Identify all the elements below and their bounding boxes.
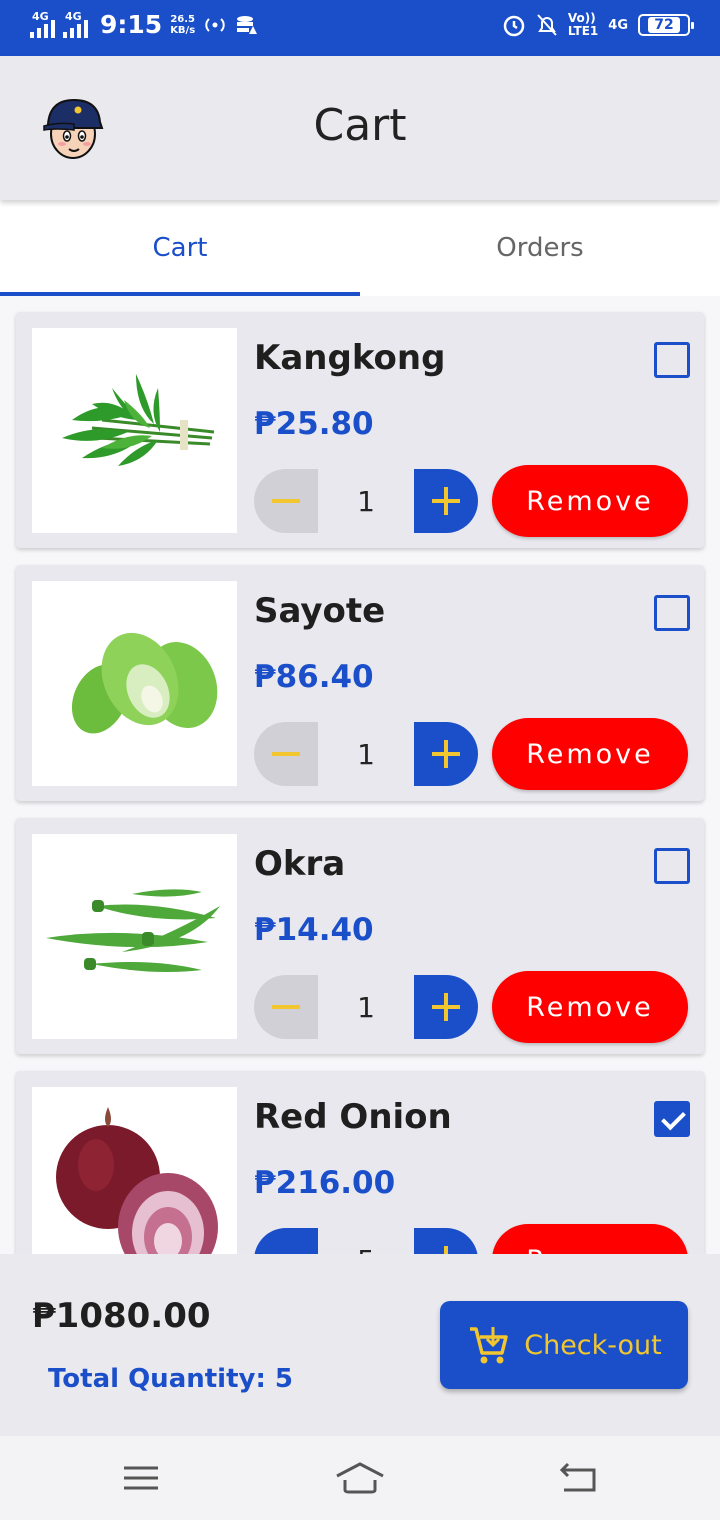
cart-list[interactable]: Kangkong ₱25.80 1 Remove Sayote ₱86.40 1…: [0, 296, 720, 1254]
signal-icon-1: 4G: [30, 9, 55, 38]
cart-item: Sayote ₱86.40 1 Remove: [16, 565, 704, 801]
minus-icon: [272, 499, 300, 503]
alarm-icon: [503, 15, 525, 37]
sayote-image-art: [71, 632, 218, 734]
home-icon: [336, 1462, 384, 1494]
back-button[interactable]: [554, 1458, 604, 1498]
status-left: 4G 4G 9:15 26.5 KB/s: [30, 9, 258, 39]
kangkong-image: [32, 328, 237, 533]
network-speed: 26.5 KB/s: [170, 14, 195, 36]
total-quantity: Total Quantity: 5: [48, 1364, 294, 1394]
product-name: Sayote: [254, 591, 386, 631]
select-checkbox-checked[interactable]: [654, 1101, 690, 1137]
select-checkbox[interactable]: [654, 848, 690, 884]
add-to-cart-icon: [470, 1327, 508, 1364]
status-bar: 4G 4G 9:15 26.5 KB/s Vo)) LTE1 4G 72: [0, 0, 720, 56]
increase-quantity-button[interactable]: [414, 722, 478, 786]
cart-item: Red Onion ₱216.00 5 Remove: [16, 1071, 704, 1254]
product-name: Kangkong: [254, 338, 446, 378]
battery-icon: 72: [638, 14, 694, 36]
okra-image: [32, 834, 237, 1039]
select-checkbox[interactable]: [654, 342, 690, 378]
back-icon: [559, 1462, 596, 1492]
quantity-value: 1: [357, 484, 375, 518]
checkout-button[interactable]: Check-out: [440, 1301, 688, 1389]
volte-indicator: Vo)) LTE1: [568, 12, 598, 38]
network-type-right: 4G: [608, 17, 628, 33]
quantity-value: 5: [318, 1228, 414, 1255]
cart-summary-footer: ₱1080.00 Total Quantity: 5 Check-out: [0, 1254, 720, 1436]
menu-button[interactable]: [116, 1458, 166, 1498]
okra-image-art: [46, 889, 220, 972]
speed-unit: KB/s: [170, 24, 196, 36]
minus-icon: [272, 1005, 300, 1009]
speed-value: 26.5: [170, 13, 196, 25]
system-nav-bar: [0, 1436, 720, 1520]
network-type-1: 4G: [32, 9, 49, 23]
red-onion-image: [32, 1087, 237, 1254]
menu-icon: [124, 1466, 158, 1490]
decrease-quantity-button[interactable]: [254, 469, 318, 533]
signal-icon-2: 4G: [63, 9, 88, 38]
minus-icon: [272, 752, 300, 756]
network-type-2: 4G: [65, 9, 82, 23]
silent-icon: [537, 14, 557, 36]
red-onion-image-art: [56, 1107, 218, 1254]
increase-quantity-button[interactable]: [414, 469, 478, 533]
decrease-quantity-button[interactable]: [254, 722, 318, 786]
decrease-quantity-button[interactable]: [254, 975, 318, 1039]
product-name: Okra: [254, 844, 346, 884]
tab-bar: Cart Orders: [0, 200, 720, 296]
tab-orders[interactable]: Orders: [360, 200, 720, 296]
product-name: Red Onion: [254, 1097, 452, 1137]
quantity-value: 1: [357, 737, 375, 771]
remove-button[interactable]: Remove: [492, 971, 688, 1043]
clock: 9:15: [100, 10, 163, 39]
remove-button[interactable]: Remove: [492, 1224, 688, 1254]
increase-quantity-button[interactable]: [414, 975, 478, 1039]
product-price: ₱25.80: [254, 406, 374, 442]
product-price: ₱216.00: [254, 1165, 396, 1201]
page-title: Cart: [313, 100, 407, 151]
app-bar: Cart: [0, 56, 720, 200]
remove-button[interactable]: Remove: [492, 465, 688, 537]
hotspot-icon: [205, 17, 225, 32]
volte-bottom: LTE1: [567, 24, 599, 38]
checkout-label: Check-out: [524, 1329, 662, 1361]
cart-item: Okra ₱14.40 1 Remove: [16, 818, 704, 1054]
remove-button[interactable]: Remove: [492, 718, 688, 790]
status-right: Vo)) LTE1 4G 72: [502, 12, 694, 38]
data-saver-icon: [237, 15, 258, 34]
cart-item: Kangkong ₱25.80 1 Remove: [16, 312, 704, 548]
increase-quantity-button[interactable]: [414, 1228, 478, 1254]
decrease-quantity-button[interactable]: [254, 1228, 318, 1254]
select-checkbox[interactable]: [654, 595, 690, 631]
sayote-image: [32, 581, 237, 786]
quantity-value: 1: [357, 990, 375, 1024]
kangkong-image-art: [62, 374, 215, 466]
home-button[interactable]: [335, 1458, 385, 1498]
product-price: ₱14.40: [254, 912, 374, 948]
battery-level: 72: [648, 17, 680, 33]
cart-total-price: ₱1080.00: [32, 1296, 211, 1336]
tab-cart[interactable]: Cart: [0, 200, 360, 296]
product-price: ₱86.40: [254, 659, 374, 695]
